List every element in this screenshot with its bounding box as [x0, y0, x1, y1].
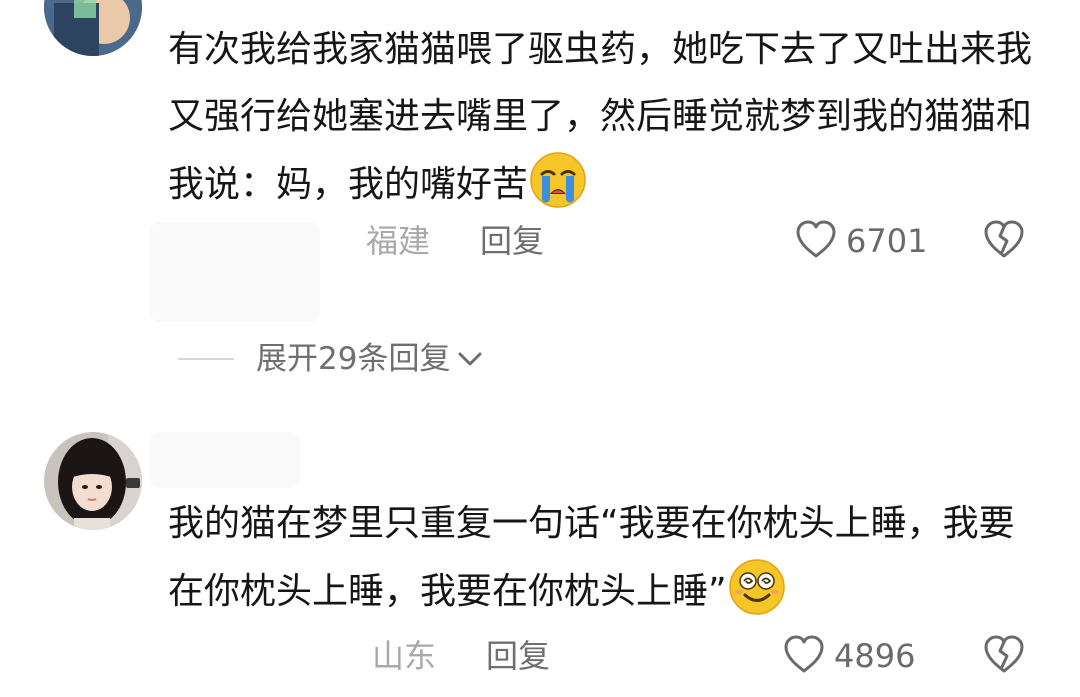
- dislike-button[interactable]: [982, 631, 1026, 681]
- broken-heart-icon: [982, 634, 1026, 678]
- ip-location: 福建: [366, 222, 431, 260]
- crying-face-emoji: [528, 150, 588, 210]
- like-button[interactable]: 6701: [794, 216, 927, 266]
- expand-replies-label: 展开29条回复: [256, 341, 451, 377]
- dislike-button[interactable]: [982, 216, 1026, 266]
- comment-meta: 山东 回复 4896: [0, 631, 1080, 681]
- dizzy-smile-emoji: [727, 557, 787, 617]
- faint-background: [150, 432, 300, 488]
- divider-line: [178, 358, 234, 360]
- like-button[interactable]: 4896: [782, 631, 915, 681]
- broken-heart-icon: [982, 219, 1026, 263]
- ip-location: 山东: [372, 637, 437, 675]
- reply-button[interactable]: 回复: [486, 631, 550, 681]
- commenter-avatar[interactable]: [44, 0, 142, 56]
- comment-2: 我的猫在梦里只重复一句话“我要在你枕头上睡，我要在你枕头上睡，我要在你枕头上睡”…: [0, 420, 1080, 697]
- expand-replies-button[interactable]: 展开29条回复: [178, 334, 484, 384]
- like-count: 4896: [834, 637, 916, 675]
- reply-button[interactable]: 回复: [480, 216, 544, 266]
- comment-text: 有次我给我家猫猫喂了驱虫药，她吃下去了又吐出来我又强行给她塞进去嘴里了，然后睡觉…: [168, 16, 1048, 218]
- like-count: 6701: [846, 222, 928, 260]
- comment-1: 有次我给我家猫猫喂了驱虫药，她吃下去了又吐出来我又强行给她塞进去嘴里了，然后睡觉…: [0, 0, 1080, 377]
- commenter-avatar[interactable]: [44, 432, 142, 530]
- comment-text: 我的猫在梦里只重复一句话“我要在你枕头上睡，我要在你枕头上睡，我要在你枕头上睡”: [168, 490, 1048, 625]
- heart-outline-icon: [782, 634, 826, 678]
- comment-meta: 福建 回复 6701: [0, 216, 1080, 266]
- heart-outline-icon: [794, 219, 838, 263]
- chevron-down-icon: [456, 349, 484, 369]
